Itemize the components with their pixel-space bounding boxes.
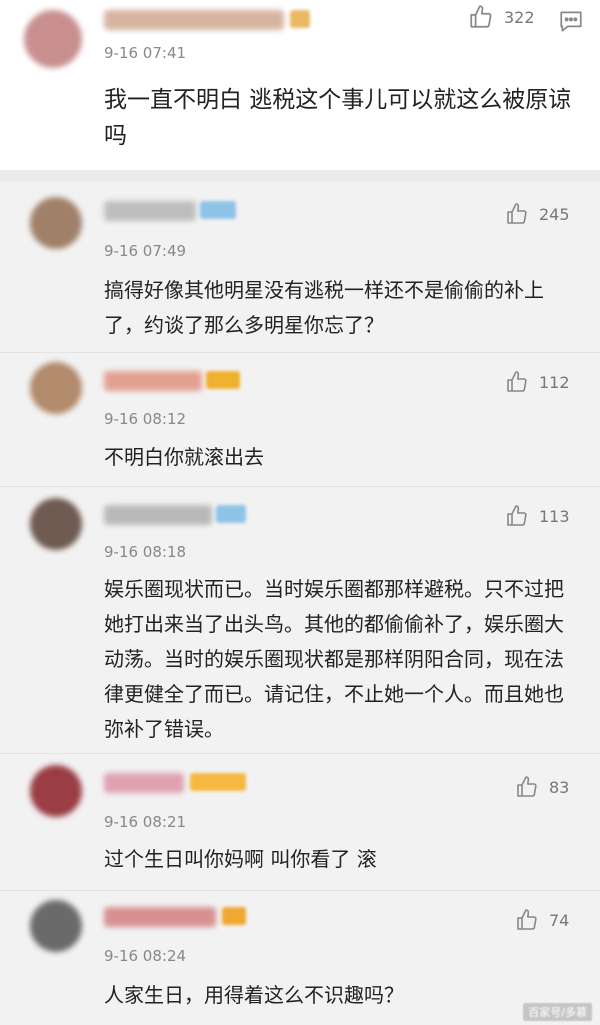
thumbs-up-icon bbox=[515, 775, 539, 799]
comment-text: 搞得好像其他明星没有逃税一样还不是偷偷的补上了，约谈了那么多明星你忘了？ bbox=[104, 278, 544, 337]
avatar[interactable] bbox=[30, 498, 82, 550]
avatar[interactable] bbox=[24, 10, 82, 68]
message-icon[interactable] bbox=[558, 8, 584, 38]
member-badge bbox=[190, 773, 246, 791]
member-badge bbox=[216, 505, 246, 523]
member-badge bbox=[290, 10, 310, 28]
thumbs-up-icon bbox=[468, 4, 494, 30]
comment-text: 我一直不明白 逃税这个事儿可以就这么被原谅吗 bbox=[104, 87, 572, 149]
comment-text: 不明白你就滚出去 bbox=[104, 445, 264, 469]
username-blurred[interactable] bbox=[104, 773, 184, 793]
avatar[interactable] bbox=[30, 765, 82, 817]
comment-time: 9-16 08:18 bbox=[104, 543, 187, 561]
thumbs-up-icon bbox=[505, 202, 529, 226]
like-button[interactable]: 113 bbox=[505, 504, 570, 528]
username-blurred[interactable] bbox=[104, 201, 196, 221]
comment-text: 过个生日叫你妈啊 叫你看了 滚 bbox=[104, 847, 377, 871]
like-button[interactable]: 245 bbox=[505, 202, 570, 226]
thumbs-up-icon bbox=[515, 908, 539, 932]
like-count: 245 bbox=[539, 204, 570, 224]
comment-text: 娱乐圈现状而已。当时娱乐圈都那样避税。只不过把她打出来当了出头鸟。其他的都偷偷补… bbox=[104, 577, 564, 741]
avatar[interactable] bbox=[30, 900, 82, 952]
thumbs-up-icon bbox=[505, 370, 529, 394]
thumbs-up-icon bbox=[505, 504, 529, 528]
section-separator bbox=[0, 170, 600, 182]
divider bbox=[0, 753, 600, 754]
comment-time: 9-16 08:24 bbox=[104, 947, 187, 965]
like-count: 83 bbox=[549, 777, 570, 797]
username-blurred[interactable] bbox=[104, 505, 212, 525]
username-blurred[interactable] bbox=[104, 371, 202, 391]
avatar[interactable] bbox=[30, 197, 82, 249]
avatar[interactable] bbox=[30, 362, 82, 414]
watermark: 百家号/多慕 bbox=[523, 1003, 592, 1021]
like-button[interactable]: 112 bbox=[505, 370, 570, 394]
comment-text: 人家生日，用得着这么不识趣吗？ bbox=[104, 983, 404, 1007]
comment-time: 9-16 07:49 bbox=[104, 242, 187, 260]
divider bbox=[0, 890, 600, 891]
like-count: 112 bbox=[539, 372, 570, 392]
divider bbox=[0, 486, 600, 487]
comment-time: 9-16 08:21 bbox=[104, 813, 187, 831]
comment-time: 9-16 07:41 bbox=[104, 44, 187, 62]
like-button[interactable]: 74 bbox=[515, 908, 569, 932]
member-badge bbox=[222, 907, 246, 925]
username-blurred[interactable] bbox=[104, 10, 284, 30]
divider bbox=[0, 352, 600, 353]
like-button[interactable]: 83 bbox=[515, 775, 569, 799]
like-count: 74 bbox=[549, 910, 570, 930]
like-count: 322 bbox=[504, 7, 535, 27]
comment-time: 9-16 08:12 bbox=[104, 410, 187, 428]
member-badge bbox=[200, 201, 236, 219]
like-button[interactable]: 322 bbox=[468, 4, 535, 30]
member-badge bbox=[206, 371, 240, 389]
like-count: 113 bbox=[539, 506, 570, 526]
username-blurred[interactable] bbox=[104, 907, 216, 927]
